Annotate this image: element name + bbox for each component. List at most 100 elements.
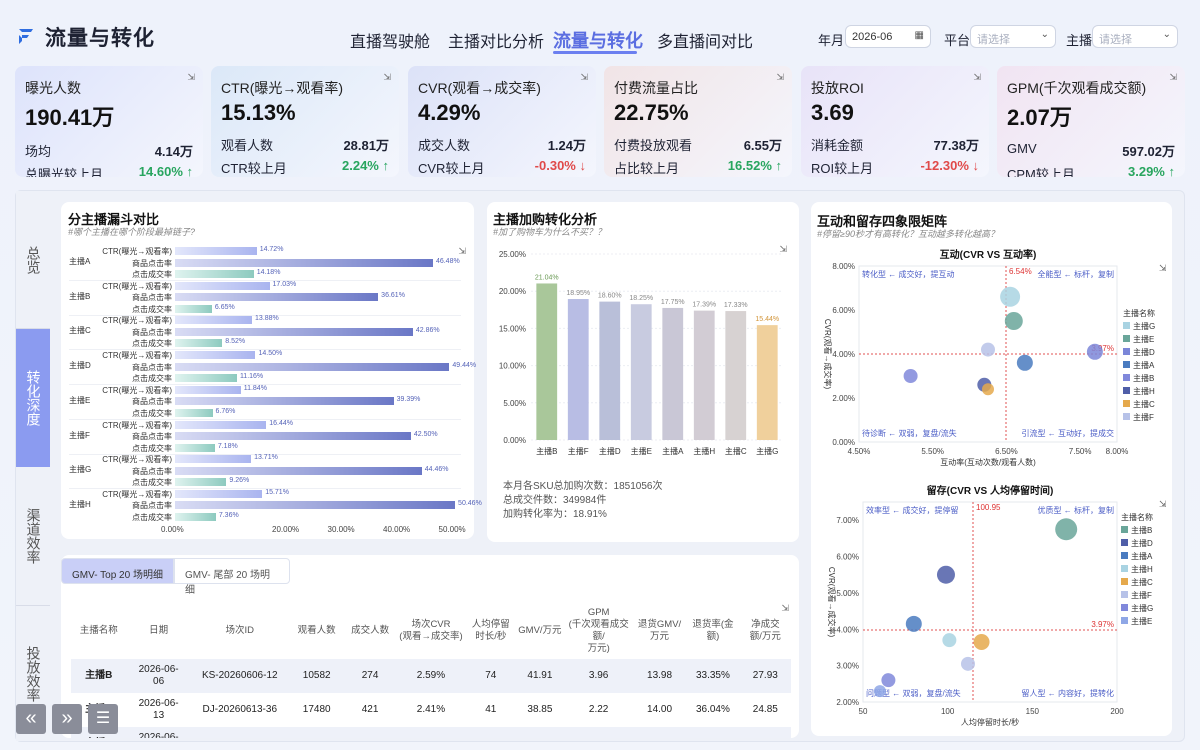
scatter-point[interactable] bbox=[873, 685, 886, 698]
scatter-point[interactable] bbox=[903, 369, 918, 383]
kpi-title: 投放ROI bbox=[811, 80, 864, 96]
scatter-point[interactable] bbox=[1016, 354, 1033, 371]
scatter-point[interactable] bbox=[1000, 286, 1021, 307]
export-icon[interactable]: ⇲ bbox=[1169, 72, 1177, 83]
tab-gmv-top20[interactable]: GMV- Top 20 场明细 bbox=[61, 558, 174, 584]
table-row[interactable]: 主播B2026-06- 13DJ-20260613-36174804212.41… bbox=[71, 693, 791, 727]
table-header-cell[interactable]: GPM (千次观看成交额/ 万元) bbox=[564, 603, 632, 659]
export-icon[interactable]: ⇲ bbox=[776, 72, 784, 83]
nav-multi-room-compare[interactable]: 多直播间对比 bbox=[657, 28, 753, 52]
cart-bar-value: 18.95% bbox=[566, 290, 590, 297]
side-tab-overview[interactable]: 总览 bbox=[16, 191, 50, 328]
table-header-cell[interactable]: 主播名称 bbox=[71, 603, 127, 659]
platform-placeholder: 请选择 bbox=[977, 34, 1010, 46]
legend-item: 主播C bbox=[1133, 399, 1155, 409]
scatter-point[interactable] bbox=[881, 673, 896, 688]
scatter-y-tick: 4.00% bbox=[832, 350, 855, 359]
funnel-value-label: 39.39% bbox=[396, 396, 421, 404]
platform-select[interactable]: 请选择 ⌄ bbox=[970, 25, 1056, 48]
kpi-sub-label: 消耗金额 bbox=[811, 138, 864, 153]
kpi-value: 22.75% bbox=[614, 100, 689, 125]
table-row[interactable]: 主播B 2026-06- 06 KS-20260606-12 10582 274 2.59… bbox=[71, 659, 791, 693]
funnel-metric-label: 商品点击率 bbox=[132, 327, 172, 337]
menu-button[interactable]: ☰ bbox=[88, 704, 118, 734]
cart-bar bbox=[725, 311, 747, 440]
export-icon[interactable]: ⇲ bbox=[580, 72, 588, 83]
kpi-change-value: 2.24% bbox=[342, 158, 379, 173]
anchor-select[interactable]: 请选择 ⌄ bbox=[1092, 25, 1178, 48]
cart-bar-value: 17.75% bbox=[661, 299, 685, 306]
ref-x-label: 6.54% bbox=[1009, 267, 1032, 276]
scatter-point[interactable] bbox=[905, 615, 922, 632]
funnel-x-tick: 50.00% bbox=[438, 525, 466, 534]
month-picker[interactable]: 2026-06 ▦ bbox=[845, 25, 931, 48]
table-header-cell[interactable]: 场次ID bbox=[191, 603, 289, 659]
next-page-button[interactable]: » bbox=[52, 704, 82, 734]
cart-conversion-chart: 0.00% 5.00% 10.00% 15.00% 20.00% 25.00% 21.04%… bbox=[499, 250, 783, 456]
kpi-sub-value: 4.14万 bbox=[154, 144, 193, 159]
scatter-point[interactable] bbox=[960, 656, 975, 671]
scatter-point[interactable] bbox=[1086, 343, 1103, 360]
scatter-point[interactable] bbox=[1055, 518, 1078, 541]
legend-swatch bbox=[1121, 591, 1128, 598]
cart-bar-value: 21.04% bbox=[535, 274, 559, 281]
kpi-card: ⇲ 投放ROI 3.69 消耗金额 77.38万 ROI较上月 -12.30% ↓ bbox=[801, 66, 989, 177]
table-header-cell[interactable]: 观看人数 bbox=[289, 603, 345, 659]
scatter-x-tick: 5.50% bbox=[921, 447, 944, 456]
export-icon[interactable]: ⇲ bbox=[1159, 263, 1167, 273]
funnel-bar bbox=[175, 339, 223, 348]
funnel-metric-label: CTR(曝光→观看率) bbox=[102, 247, 172, 256]
funnel-value-label: 15.71% bbox=[265, 488, 289, 496]
export-icon[interactable]: ⇲ bbox=[1159, 499, 1167, 509]
funnel-value-label: 9.26% bbox=[229, 477, 250, 485]
kpi-change-value: 16.52% bbox=[727, 158, 772, 173]
anchor-placeholder: 请选择 bbox=[1099, 34, 1132, 46]
nav-traffic-conversion[interactable]: 流量与转化 bbox=[553, 27, 643, 53]
table-cell: KS-20260604-11 bbox=[191, 727, 289, 738]
table-header-cell[interactable]: 日期 bbox=[127, 603, 191, 659]
funnel-value-label: 49.44% bbox=[452, 361, 477, 369]
scatter-point[interactable] bbox=[936, 565, 955, 584]
table-header-cell[interactable]: GMV/万元 bbox=[515, 603, 564, 659]
export-icon[interactable]: ⇲ bbox=[781, 603, 789, 614]
export-icon[interactable]: ⇲ bbox=[973, 72, 981, 83]
funnel-value-label: 42.86% bbox=[415, 326, 440, 334]
export-icon[interactable]: ⇲ bbox=[383, 72, 391, 83]
prev-page-button[interactable]: « bbox=[16, 704, 46, 734]
funnel-bar bbox=[175, 327, 413, 336]
table-cell: 2.57 bbox=[564, 727, 632, 738]
table-header-cell[interactable]: 退货GMV/ 万元 bbox=[633, 603, 686, 659]
table-row[interactable]: 主播E2026-06- 04KS-20260604-11145313672.53… bbox=[71, 727, 791, 738]
cart-bar-value: 17.33% bbox=[724, 302, 748, 309]
funnel-metric-label: 点击成交率 bbox=[132, 304, 172, 314]
scatter-point[interactable] bbox=[982, 383, 994, 396]
table-header-cell[interactable]: 场次CVR (观看→成交率) bbox=[396, 603, 467, 659]
scatter-point[interactable] bbox=[981, 342, 995, 357]
cart-card: 主播加购转化分析 #加了购物车为什么不买？？ ⇲ 0.00% 5.00% 10.00… bbox=[487, 202, 799, 542]
funnel-value-label: 11.84% bbox=[243, 384, 267, 392]
side-tab-conversion-depth[interactable]: 转化深度 bbox=[16, 329, 50, 467]
tab-gmv-tail20[interactable]: GMV- 尾部 20 场明细 bbox=[174, 558, 290, 596]
scatter-point[interactable] bbox=[1004, 312, 1023, 330]
table-cell: 421 bbox=[361, 704, 379, 715]
table-cell: 10582 bbox=[302, 670, 331, 681]
nav-anchor-compare[interactable]: 主播对比分析 bbox=[448, 28, 544, 52]
kpi-value: 2.07万 bbox=[1007, 105, 1072, 130]
table-cell: KS-20260606-12 bbox=[201, 670, 278, 681]
table-header-cell[interactable]: 成交人数 bbox=[344, 603, 395, 659]
funnel-bar bbox=[175, 270, 254, 278]
scatter-point[interactable] bbox=[973, 634, 990, 650]
side-tab-channel-efficiency[interactable]: 渠道效率 bbox=[16, 467, 50, 605]
scatter-point[interactable] bbox=[942, 633, 957, 648]
kpi-change-value: 14.60% bbox=[138, 164, 183, 177]
table-header-cell[interactable]: 人均停留 时长/秒 bbox=[466, 603, 515, 659]
legend-item: 主播D bbox=[1131, 538, 1153, 548]
nav-cockpit[interactable]: 直播驾驶舱 bbox=[350, 28, 430, 52]
funnel-anchor-label: 主播F bbox=[69, 430, 90, 440]
scatter-y-tick: 6.00% bbox=[832, 306, 855, 315]
cart-bar bbox=[662, 307, 684, 440]
table-header-cell[interactable]: 退货率(金 额) bbox=[686, 603, 739, 659]
export-icon[interactable]: ⇲ bbox=[187, 72, 195, 83]
funnel-bar bbox=[175, 304, 212, 313]
funnel-value-label: 44.46% bbox=[424, 465, 449, 473]
